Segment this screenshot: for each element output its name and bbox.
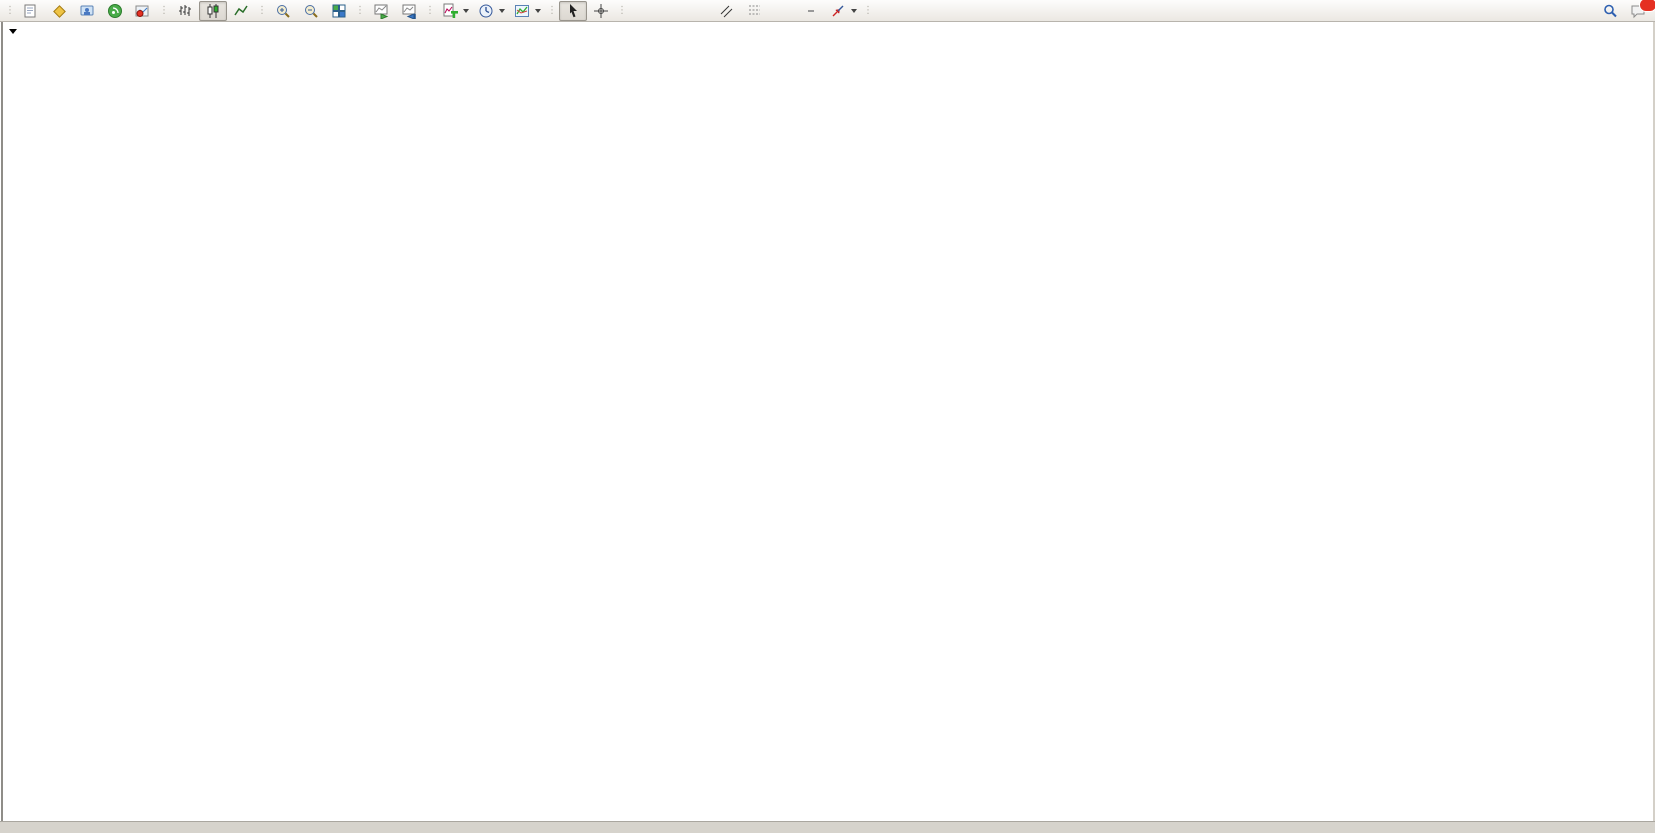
cursor-tool-button[interactable] bbox=[559, 1, 587, 21]
notification-badge bbox=[1639, 0, 1655, 12]
fibonacci-icon bbox=[747, 2, 764, 19]
toolbar-grip: ⋮ bbox=[159, 5, 169, 16]
toolbar: ⋮ ⋮ bbox=[0, 0, 1655, 22]
toolbar-grip: ⋮ bbox=[863, 5, 873, 16]
candlestick-chart-icon bbox=[205, 2, 222, 19]
chart-menu-caret-icon[interactable] bbox=[9, 29, 17, 34]
toolbar-grip: ⋮ bbox=[355, 5, 365, 16]
equidistant-channel-tool[interactable] bbox=[713, 1, 741, 21]
templates-button[interactable] bbox=[509, 1, 545, 21]
indicators-dropdown-caret[interactable] bbox=[463, 9, 469, 13]
auto-trading-icon bbox=[133, 2, 150, 19]
chart-canvas[interactable] bbox=[0, 0, 1655, 832]
new-order-icon bbox=[21, 2, 38, 19]
toolbar-grip: ⋮ bbox=[617, 5, 627, 16]
window-border-left bbox=[1, 22, 3, 821]
indicators-button[interactable] bbox=[437, 1, 473, 21]
crosshair-tool-button[interactable] bbox=[587, 1, 615, 21]
signals-button[interactable] bbox=[101, 1, 129, 21]
templates-icon bbox=[513, 2, 530, 19]
auto-trading-button[interactable] bbox=[129, 1, 157, 21]
window-bottom-strip bbox=[0, 821, 1655, 833]
trendline-tool[interactable] bbox=[685, 1, 713, 21]
bar-chart-button[interactable] bbox=[171, 1, 199, 21]
search-button[interactable] bbox=[1596, 1, 1624, 21]
chart-shift-icon bbox=[401, 2, 418, 19]
arrow-shapes-dropdown-caret[interactable] bbox=[851, 9, 857, 13]
chart-title-bar[interactable] bbox=[3, 23, 1652, 39]
line-chart-button[interactable] bbox=[227, 1, 255, 21]
periods-dropdown-caret[interactable] bbox=[499, 9, 505, 13]
equidistant-channel-icon bbox=[719, 2, 736, 19]
tile-windows-button[interactable] bbox=[325, 1, 353, 21]
signals-icon bbox=[107, 2, 124, 19]
text-label-tool[interactable] bbox=[797, 1, 825, 21]
cursor-icon bbox=[565, 2, 582, 19]
auto-scroll-button[interactable] bbox=[367, 1, 395, 21]
search-icon bbox=[1602, 2, 1619, 19]
indicators-add-icon bbox=[441, 2, 458, 19]
auto-scroll-icon bbox=[373, 2, 390, 19]
terminal-icon bbox=[79, 2, 96, 19]
toolbar-grip: ⋮ bbox=[547, 5, 557, 16]
candlestick-chart-button[interactable] bbox=[199, 1, 227, 21]
zoom-in-icon bbox=[275, 2, 292, 19]
arrow-shapes-tool[interactable] bbox=[825, 1, 861, 21]
text-tool[interactable] bbox=[769, 1, 797, 21]
crosshair-icon bbox=[593, 2, 610, 19]
fibonacci-tool[interactable] bbox=[741, 1, 769, 21]
toolbar-grip: ⋮ bbox=[257, 5, 267, 16]
profile-icon bbox=[51, 2, 68, 19]
line-chart-icon bbox=[233, 2, 250, 19]
zoom-in-button[interactable] bbox=[269, 1, 297, 21]
clock-icon bbox=[477, 2, 494, 19]
zoom-out-icon bbox=[303, 2, 320, 19]
toolbar-grip: ⋮ bbox=[425, 5, 435, 16]
vertical-line-tool[interactable] bbox=[629, 1, 657, 21]
chat-button[interactable] bbox=[1624, 1, 1652, 21]
terminal-button[interactable] bbox=[73, 1, 101, 21]
new-order-button[interactable] bbox=[17, 1, 45, 21]
horizontal-line-tool[interactable] bbox=[657, 1, 685, 21]
chart-shift-button[interactable] bbox=[395, 1, 423, 21]
bar-chart-icon bbox=[177, 2, 194, 19]
templates-dropdown-caret[interactable] bbox=[535, 9, 541, 13]
tile-windows-icon bbox=[331, 2, 348, 19]
periods-button[interactable] bbox=[473, 1, 509, 21]
toolbar-grip: ⋮ bbox=[5, 5, 15, 16]
profile-button[interactable] bbox=[45, 1, 73, 21]
text-label-icon bbox=[808, 10, 814, 12]
arrow-shapes-icon bbox=[829, 2, 846, 19]
zoom-out-button[interactable] bbox=[297, 1, 325, 21]
